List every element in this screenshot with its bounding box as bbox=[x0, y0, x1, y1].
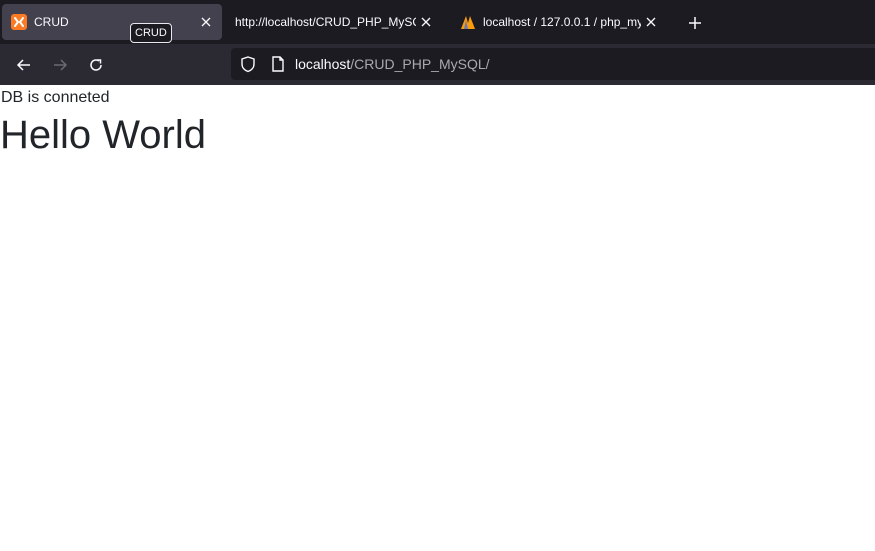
close-tab-icon[interactable] bbox=[641, 12, 661, 32]
phpmyadmin-icon bbox=[460, 14, 476, 30]
tab-title: localhost / 127.0.0.1 / php_mysc bbox=[483, 15, 641, 29]
reload-icon bbox=[90, 59, 102, 71]
tab-strip: CRUD http://localhost/CRUD_PHP_MySQL loc… bbox=[0, 0, 875, 44]
close-tab-icon[interactable] bbox=[416, 12, 436, 32]
arrow-right-icon bbox=[54, 59, 68, 71]
plus-icon bbox=[689, 17, 701, 29]
db-status-text: DB is conneted bbox=[1, 89, 110, 106]
browser-chrome: CRUD http://localhost/CRUD_PHP_MySQL loc… bbox=[0, 0, 875, 85]
tab-phpmyadmin[interactable]: localhost / 127.0.0.1 / php_mysc bbox=[451, 4, 667, 40]
navigation-toolbar: localhost/CRUD_PHP_MySQL/ bbox=[0, 44, 875, 85]
address-bar[interactable]: localhost/CRUD_PHP_MySQL/ bbox=[231, 48, 875, 80]
forward-button[interactable] bbox=[48, 53, 72, 77]
new-tab-button[interactable] bbox=[684, 12, 706, 34]
url-host: localhost bbox=[295, 56, 351, 72]
page-icon[interactable] bbox=[271, 56, 285, 72]
reload-button[interactable] bbox=[84, 53, 108, 77]
tab-localhost-crud[interactable]: http://localhost/CRUD_PHP_MySQL bbox=[226, 4, 442, 40]
xampp-icon bbox=[11, 14, 27, 30]
arrow-left-icon bbox=[16, 59, 30, 71]
tab-crud[interactable]: CRUD bbox=[2, 4, 222, 40]
close-tab-icon[interactable] bbox=[196, 12, 216, 32]
back-button[interactable] bbox=[12, 53, 36, 77]
url-path: /CRUD_PHP_MySQL/ bbox=[350, 56, 490, 72]
tab-tooltip: CRUD bbox=[130, 23, 172, 43]
url-text[interactable]: localhost/CRUD_PHP_MySQL/ bbox=[295, 56, 490, 72]
shield-icon[interactable] bbox=[239, 55, 257, 73]
page-heading: Hello World bbox=[0, 113, 206, 157]
tab-title: http://localhost/CRUD_PHP_MySQL bbox=[235, 15, 416, 29]
